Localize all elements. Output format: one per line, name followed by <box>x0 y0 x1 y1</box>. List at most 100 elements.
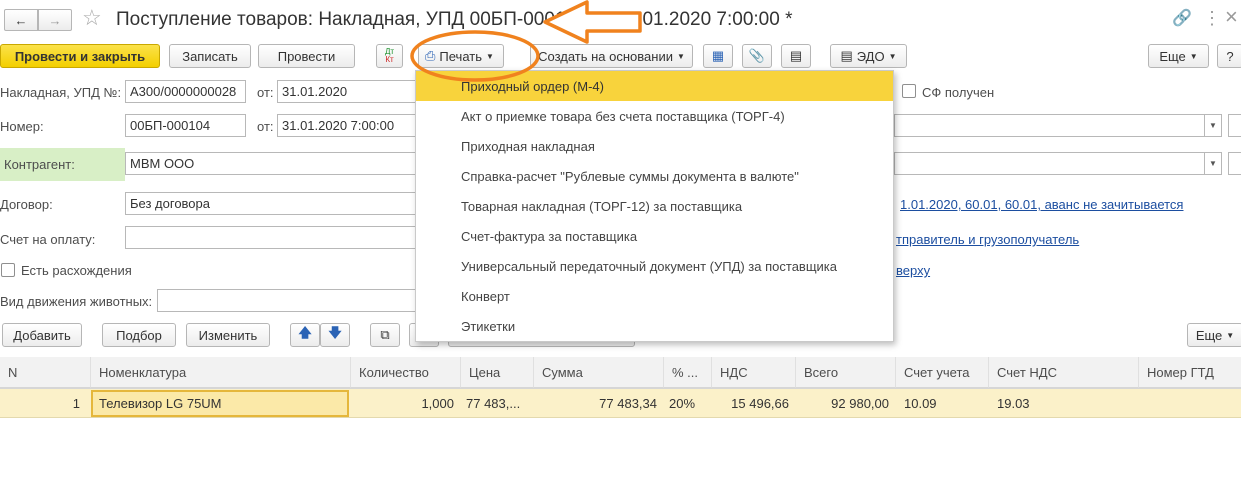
organization-field[interactable] <box>894 114 1205 137</box>
table-more-label: Еще <box>1195 327 1223 343</box>
col-header-sum[interactable]: Сумма <box>533 357 663 388</box>
edo-button[interactable]: ▤ ЭДО ▼ <box>830 44 907 68</box>
discrepancy-checkbox[interactable] <box>1 263 15 277</box>
top-link[interactable]: верху <box>896 263 930 278</box>
printer-icon: ⎙ <box>425 48 436 63</box>
col-header-vat[interactable]: НДС <box>711 357 795 388</box>
dt-kt-button[interactable]: Дт Кт <box>376 44 403 68</box>
move-up-button[interactable]: 🡅 <box>290 323 320 347</box>
print-menu-item-receipt-invoice[interactable]: Приходная накладная <box>416 131 893 161</box>
cell-n: 1 <box>72 395 80 411</box>
col-header-vat-rate[interactable]: % ... <box>663 357 711 388</box>
animal-movement-field[interactable] <box>157 289 417 312</box>
cell-vat-account[interactable]: 19.03 <box>988 389 1138 417</box>
col-header-total[interactable]: Всего <box>795 357 895 388</box>
print-menu-item-torg12[interactable]: Товарная накладная (ТОРГ-12) за поставщи… <box>416 191 893 221</box>
more-label: Еще <box>1159 48 1186 64</box>
structure-icon: ▦ <box>711 48 725 63</box>
table-more-button[interactable]: Еще ▼ <box>1187 323 1241 347</box>
copy-row-button[interactable]: ⧉ <box>370 323 400 347</box>
create-based-button[interactable]: Создать на основании ▼ <box>530 44 693 68</box>
arrow-down-icon: 🡇 <box>328 325 342 340</box>
col-header-vat-account[interactable]: Счет НДС <box>988 357 1138 388</box>
back-button[interactable]: ← <box>4 9 38 31</box>
invoice-number-field[interactable]: А300/0000000028 <box>125 80 246 103</box>
chevron-down-icon: ▼ <box>1226 330 1235 340</box>
post-button[interactable]: Провести <box>258 44 355 68</box>
sf-received-label: СФ получен <box>922 85 995 100</box>
star-icon[interactable]: ☆ <box>82 5 102 31</box>
col-header-nomenclature[interactable]: Номенклатура <box>90 357 350 388</box>
print-menu-item-envelope[interactable]: Конверт <box>416 281 893 311</box>
attach-button[interactable]: 📎 <box>742 44 772 68</box>
more-dots-icon[interactable]: ⋮ <box>1203 8 1221 29</box>
print-menu-item-m4[interactable]: Приходный ордер (М-4) <box>416 71 893 101</box>
contract-settlement-link[interactable]: 1.01.2020, 60.01, 60.01, аванс не зачиты… <box>900 197 1183 212</box>
paperclip-icon: 📎 <box>748 48 766 63</box>
move-down-button[interactable]: 🡇 <box>320 323 350 347</box>
counterparty-dropdown[interactable]: ▼ <box>1205 152 1222 175</box>
contract-label: Договор: <box>0 197 53 212</box>
dt-kt-icon: Дт Кт <box>384 47 395 64</box>
edo-label: ЭДО <box>856 48 885 64</box>
chevron-down-icon: ▼ <box>1189 51 1198 61</box>
cell-nomenclature[interactable]: Телевизор LG 75UM <box>91 390 349 417</box>
cell-sum[interactable]: 77 483,34 <box>533 389 663 417</box>
shipper-consignee-link[interactable]: тправитель и грузополучатель <box>896 232 1079 247</box>
add-row-button[interactable]: Добавить <box>2 323 82 347</box>
save-button[interactable]: Записать <box>169 44 251 68</box>
document-date-field[interactable]: 31.01.2020 7:00:00 <box>277 114 417 137</box>
arrow-right-icon: → <box>48 12 62 28</box>
print-menu: Приходный ордер (М-4) Акт о приемке това… <box>415 70 894 342</box>
link-icon[interactable]: 🔗 <box>1172 8 1192 28</box>
number-label: Номер: <box>0 119 44 134</box>
chevron-down-icon: ▼ <box>676 51 685 61</box>
select-button[interactable]: Подбор <box>102 323 176 347</box>
invoice-number-label: Накладная, УПД №: <box>0 85 122 100</box>
number-field[interactable]: 00БП-000104 <box>125 114 246 137</box>
cell-price[interactable]: 77 483,... <box>460 389 533 417</box>
report-button[interactable]: ▤ <box>781 44 811 68</box>
structure-button[interactable]: ▦ <box>703 44 733 68</box>
organization-open-button[interactable] <box>1228 114 1241 137</box>
date-from-label-2: от: <box>257 119 274 134</box>
chevron-down-icon: ▼ <box>1209 121 1217 130</box>
window-title: Поступление товаров: Накладная, УПД 00БП… <box>116 9 793 30</box>
col-header-gtd[interactable]: Номер ГТД <box>1138 357 1241 388</box>
close-icon[interactable]: × <box>1225 4 1238 30</box>
payment-invoice-field[interactable] <box>125 226 417 249</box>
chevron-down-icon: ▼ <box>888 51 897 61</box>
print-menu-item-currency-certificate[interactable]: Справка-расчет "Рублевые суммы документа… <box>416 161 893 191</box>
more-button[interactable]: Еще ▼ <box>1148 44 1209 68</box>
counterparty-field[interactable]: МВМ ООО <box>125 152 417 175</box>
cell-account[interactable]: 10.09 <box>895 389 988 417</box>
post-and-close-button[interactable]: Провести и закрыть <box>0 44 160 68</box>
date-from-label-1: от: <box>257 85 274 100</box>
print-menu-item-invoice[interactable]: Счет-фактура за поставщика <box>416 221 893 251</box>
chevron-down-icon: ▼ <box>486 51 494 61</box>
invoice-date-field[interactable]: 31.01.2020 <box>277 80 417 103</box>
help-button[interactable]: ? <box>1217 44 1241 68</box>
payment-invoice-label: Счет на оплату: <box>0 232 96 247</box>
cell-vat-rate[interactable]: 20% <box>663 389 711 417</box>
cell-gtd[interactable] <box>1138 389 1241 417</box>
sf-received-checkbox[interactable] <box>902 84 916 98</box>
cell-vat[interactable]: 15 496,66 <box>711 389 795 417</box>
col-header-account[interactable]: Счет учета <box>895 357 988 388</box>
cell-total[interactable]: 92 980,00 <box>795 389 895 417</box>
forward-button[interactable]: → <box>38 9 72 31</box>
col-header-n[interactable]: N <box>0 357 90 388</box>
col-header-price[interactable]: Цена <box>460 357 533 388</box>
print-button[interactable]: ⎙ Печать ▼ <box>418 44 504 68</box>
counterparty-open-button[interactable] <box>1228 152 1241 175</box>
organization-dropdown[interactable]: ▼ <box>1205 114 1222 137</box>
print-menu-item-labels[interactable]: Этикетки <box>416 311 893 341</box>
counterparty-extra-field[interactable] <box>894 152 1205 175</box>
col-header-quantity[interactable]: Количество <box>350 357 460 388</box>
cell-quantity[interactable]: 1,000 <box>350 389 460 417</box>
print-menu-item-upd[interactable]: Универсальный передаточный документ (УПД… <box>416 251 893 281</box>
contract-field[interactable]: Без договора <box>125 192 417 215</box>
chevron-down-icon: ▼ <box>1209 159 1217 168</box>
change-button[interactable]: Изменить <box>186 323 270 347</box>
print-menu-item-torg4[interactable]: Акт о приемке товара без счета поставщик… <box>416 101 893 131</box>
